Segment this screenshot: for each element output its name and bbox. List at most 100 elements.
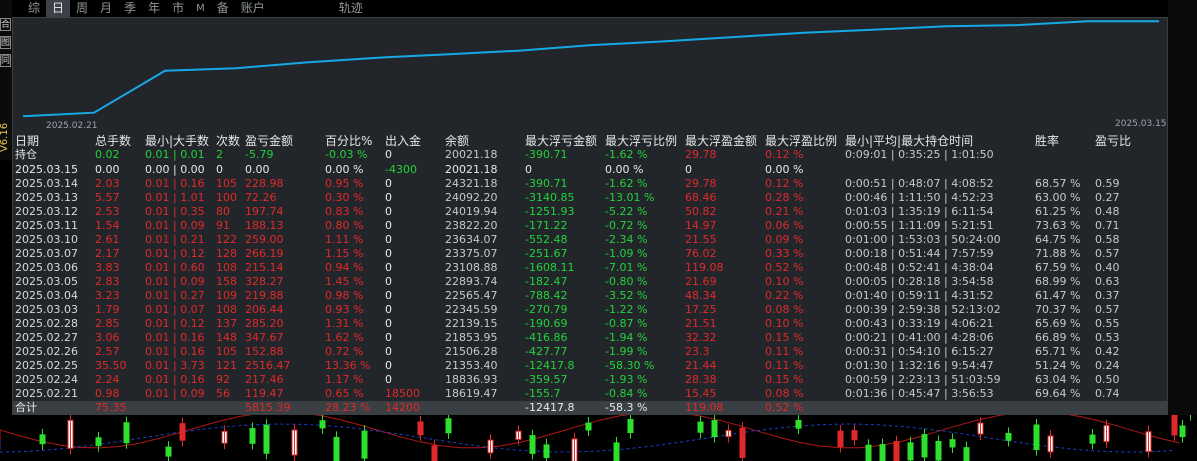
table-row[interactable]: 2025.02.24 2.24 0.01 | 0.16 92 217.46 1.17 % 0… <box>13 373 1169 387</box>
cell-max-float-profit: 29.78 <box>685 177 717 190</box>
cell-deposit: 0 <box>385 289 392 302</box>
cell-max-float-profit-pct: 0.09 % <box>765 233 804 246</box>
table-row[interactable]: 2025.03.07 2.17 0.01 | 0.12 128 266.19 1.15 %… <box>13 247 1169 261</box>
cell-hold-time: 0:09:01 | 0:35:25 | 1:01:50 <box>845 148 994 161</box>
table-row[interactable]: 2025.03.06 3.83 0.01 | 0.60 108 215.14 0.94 %… <box>13 261 1169 275</box>
tab-trajectory[interactable]: 轨迹 <box>333 0 369 17</box>
cell-hold-time: 0:01:00 | 1:53:03 | 50:24:00 <box>845 233 1001 246</box>
merge-icon[interactable]: 合 <box>0 18 11 31</box>
cell-hold-time: 0:00:48 | 0:52:41 | 4:38:04 <box>845 261 994 274</box>
cell-lots: 2.53 <box>95 205 120 218</box>
table-row[interactable]: 2025.03.15 0.00 0.00 | 0.00 0 0.00 0.00 % -430… <box>13 163 1169 177</box>
sync-icon[interactable]: 同 <box>0 54 11 67</box>
cell-count: 137 <box>216 317 237 330</box>
cell-min-max-lots: 0.01 | 0.07 <box>145 303 205 316</box>
table-row[interactable]: 2025.03.12 2.53 0.01 | 0.35 80 197.74 0.83 % 0… <box>13 205 1169 219</box>
cell-count: 2 <box>216 148 223 161</box>
cell-max-float-profit: 15.45 <box>685 387 717 400</box>
cell-min-max-lots: 0.01 | 0.09 <box>145 219 205 232</box>
chart-icon-label: 图 <box>1 38 11 48</box>
cell-max-float-loss: 0 <box>525 163 532 176</box>
table-row[interactable]: 2025.03.13 5.57 0.01 | 1.01 100 72.26 0.30 % 0… <box>13 191 1169 205</box>
cell-max-float-profit-pct: 0.11 % <box>765 345 804 358</box>
cell-max-float-loss-pct: -0.87 % <box>605 317 648 330</box>
tab-year[interactable]: 年 <box>142 0 166 17</box>
cell-max-float-loss: -155.7 <box>525 387 561 400</box>
tab-account[interactable]: 账户 <box>235 0 271 17</box>
position-row[interactable]: 持仓 0.02 0.01 | 0.01 2 -5.79 -0.03 % 0 20021.18 -… <box>13 148 1169 162</box>
tab-note[interactable]: 备 <box>211 0 235 17</box>
header-date: 日期 <box>15 134 40 148</box>
cell-percent: 0.94 % <box>325 261 364 274</box>
cell-balance: 24321.18 <box>445 177 498 190</box>
merge-icon-label: 合 <box>1 20 11 30</box>
cell-win-rate: 51.24 % <box>1035 359 1081 372</box>
stats-panel: 2025.02.21 2025.03.15 日期 总手数 最小|大手数 次数 盈亏金额 百… <box>12 17 1169 415</box>
tab-market[interactable]: 市 <box>166 0 190 17</box>
cell-max-float-profit-pct: 0.15 % <box>765 373 804 386</box>
cell-max-float-loss-pct: 0.00 % <box>605 163 644 176</box>
cell-max-float-profit: 68.46 <box>685 191 717 204</box>
cell-balance: 24092.20 <box>445 191 498 204</box>
cell-max-float-loss: -390.71 <box>525 148 568 161</box>
tab-summary[interactable]: 综 <box>22 0 46 17</box>
table-row[interactable]: 2025.03.10 2.61 0.01 | 0.21 122 259.00 1.11 %… <box>13 233 1169 247</box>
cell-min-max-lots: 0.01 | 0.09 <box>145 275 205 288</box>
table-row[interactable]: 2025.03.05 2.83 0.01 | 0.09 158 328.27 1.45 %… <box>13 275 1169 289</box>
table-row[interactable]: 2025.03.03 1.79 0.01 | 0.07 108 206.44 0.93 %… <box>13 303 1169 317</box>
cell-count: 92 <box>216 373 230 386</box>
cell-balance: 23108.88 <box>445 261 498 274</box>
header-min-max-lots: 最小|大手数 <box>145 134 210 148</box>
cell-max-float-profit-pct: 0.12 % <box>765 177 804 190</box>
table-row[interactable]: 2025.02.21 0.98 0.01 | 0.09 56 119.47 0.65 % 1… <box>13 387 1169 401</box>
cell-hold-time: 0:01:30 | 1:32:16 | 9:54:47 <box>845 359 994 372</box>
cell-deposit: 18500 <box>385 387 420 400</box>
cell-percent: 1.62 % <box>325 331 364 344</box>
header-hold-time: 最小|平均|最大持仓时间 <box>845 134 974 148</box>
cell-balance: 24019.94 <box>445 205 498 218</box>
cell-max-float-loss-pct: -5.22 % <box>605 205 648 218</box>
table-row[interactable]: 2025.02.27 3.06 0.01 | 0.16 148 347.67 1.62 %… <box>13 331 1169 345</box>
cell-deposit: 0 <box>385 191 392 204</box>
cell-lots: 1.79 <box>95 303 120 316</box>
table-row[interactable]: 2025.03.11 1.54 0.01 | 0.09 91 188.13 0.80 % 0… <box>13 219 1169 233</box>
cell-pnl: 206.44 <box>245 303 284 316</box>
cell-max-float-loss-pct: -1.94 % <box>605 331 648 344</box>
cell-min-max-lots: 0.01 | 0.16 <box>145 373 205 386</box>
cell-min-max-lots: 0.00 | 0.00 <box>145 163 205 176</box>
table-row[interactable]: 2025.02.28 2.85 0.01 | 0.12 137 285.20 1.31 %… <box>13 317 1169 331</box>
cell-max-float-profit: 76.02 <box>685 247 717 260</box>
equity-end-date: 2025.03.15 <box>1115 119 1167 129</box>
cell-lots: 35.50 <box>95 359 127 372</box>
cell-profit-ratio: 0.27 <box>1095 191 1120 204</box>
cell-percent: -0.03 % <box>325 148 368 161</box>
cell-max-float-loss: -182.47 <box>525 275 568 288</box>
cell-win-rate: 66.89 % <box>1035 331 1081 344</box>
table-row[interactable]: 2025.02.26 2.57 0.01 | 0.16 105 152.88 0.72 %… <box>13 345 1169 359</box>
cell-lots: 0.98 <box>95 387 120 400</box>
tab-m[interactable]: M <box>190 0 211 17</box>
table-row[interactable]: 2025.02.25 35.50 0.01 | 3.73 121 2516.47 13.3… <box>13 359 1169 373</box>
cell-min-max-lots: 0.01 | 0.21 <box>145 233 205 246</box>
header-max-float-profit-pct: 最大浮盈比例 <box>765 134 838 148</box>
cell-max-float-profit: 50.82 <box>685 205 717 218</box>
total-max-float-profit: 119.08 <box>685 401 724 414</box>
cell-date: 2025.03.14 <box>15 177 78 190</box>
tab-day[interactable]: 日 <box>46 0 71 17</box>
tab-quarter[interactable]: 季 <box>118 0 142 17</box>
cell-balance: 20021.18 <box>445 148 498 161</box>
cell-profit-ratio: 0.50 <box>1095 373 1120 386</box>
cell-max-float-profit-pct: 0.08 % <box>765 387 804 400</box>
cell-win-rate: 61.47 % <box>1035 289 1081 302</box>
tab-week[interactable]: 周 <box>70 0 94 17</box>
cell-percent: 1.17 % <box>325 373 364 386</box>
total-max-float-loss-pct: -58.3 % <box>605 401 648 414</box>
cell-max-float-loss-pct: -7.01 % <box>605 261 648 274</box>
table-row[interactable]: 2025.03.14 2.03 0.01 | 0.16 105 228.98 0.95 %… <box>13 177 1169 191</box>
cell-hold-time: 0:00:21 | 0:41:00 | 4:28:06 <box>845 331 994 344</box>
table-header: 日期 总手数 最小|大手数 次数 盈亏金额 百分比% 出入金 余额 最大浮亏金额 最大浮亏比例 最大… <box>13 134 1169 148</box>
chart-icon[interactable]: 图 <box>0 36 11 49</box>
cell-profit-ratio: 0.59 <box>1095 177 1120 190</box>
table-row[interactable]: 2025.03.04 3.23 0.01 | 0.27 109 219.88 0.98 %… <box>13 289 1169 303</box>
tab-month[interactable]: 月 <box>94 0 118 17</box>
